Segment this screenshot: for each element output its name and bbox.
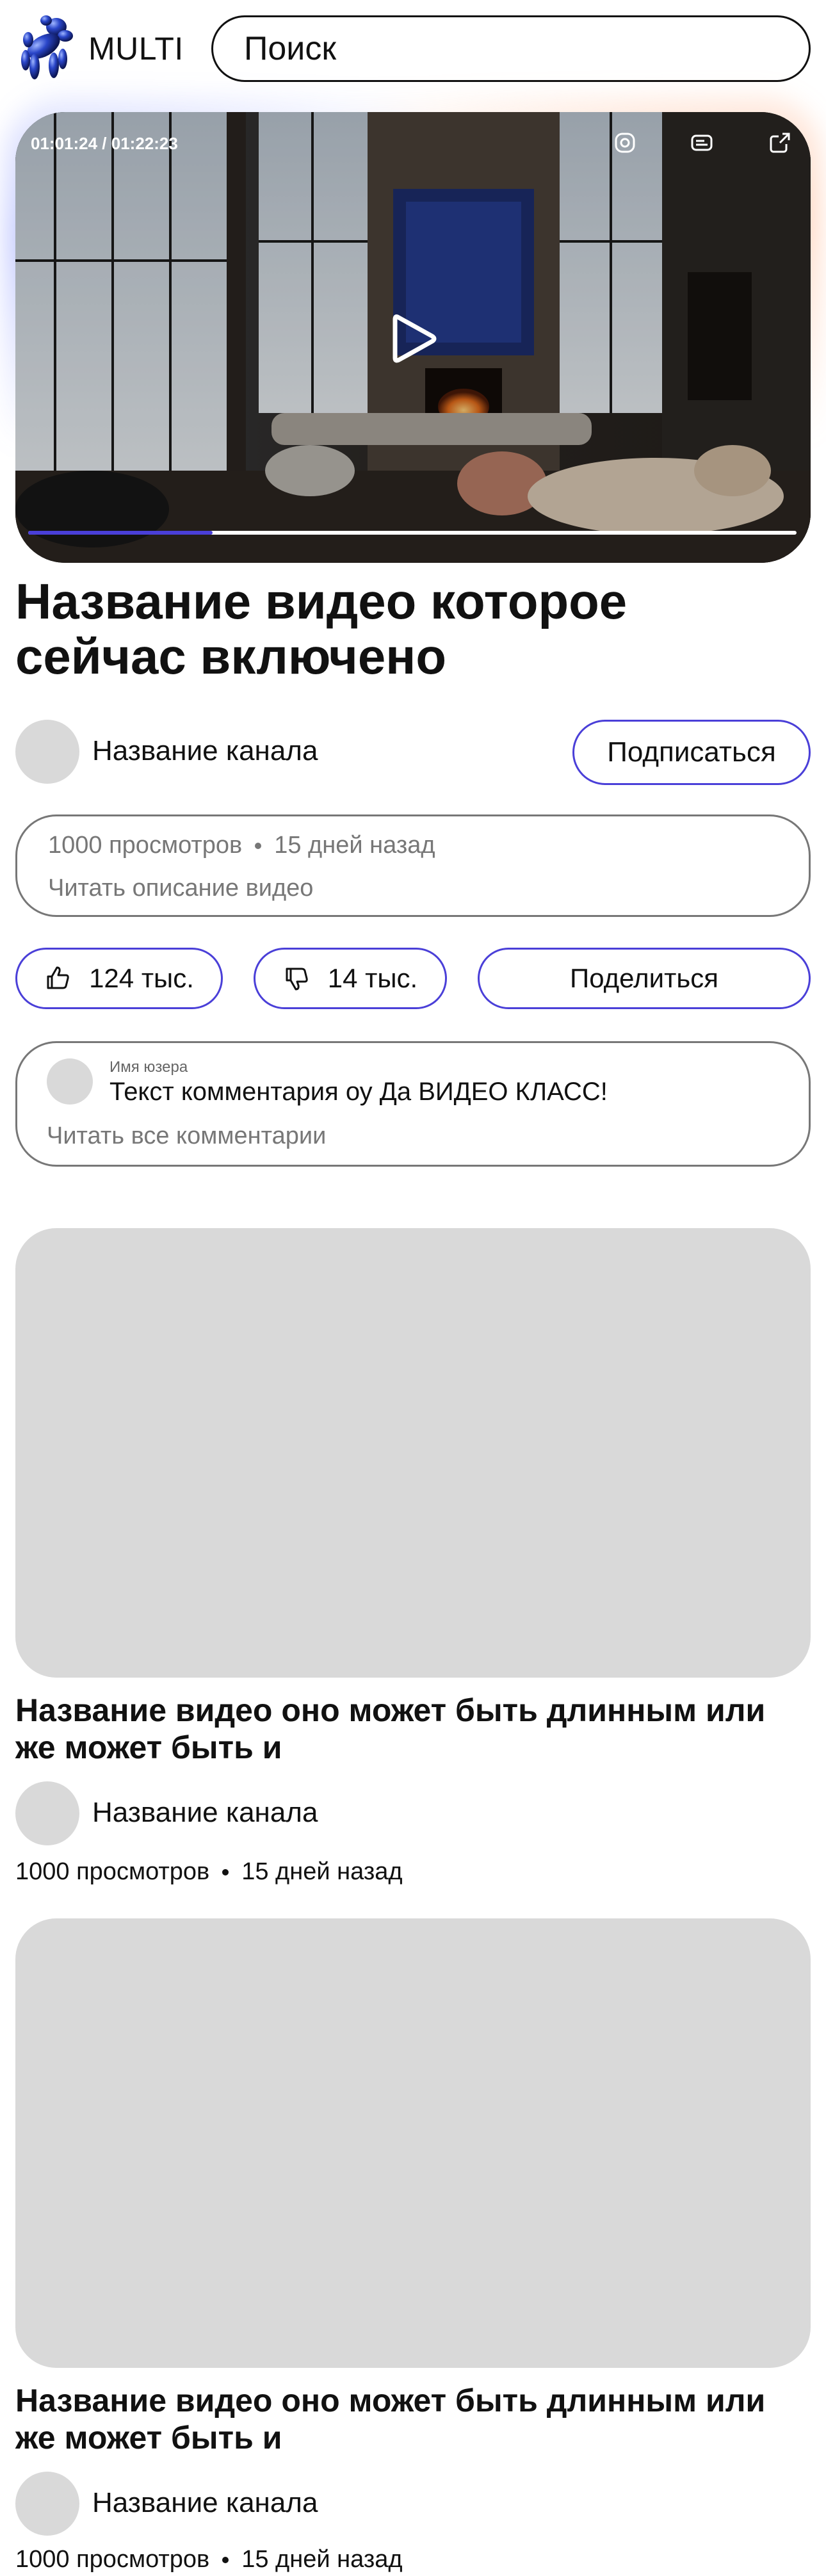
share-icon[interactable] (767, 130, 793, 156)
like-count: 124 тыс. (89, 963, 194, 993)
progress-bar[interactable] (28, 531, 797, 535)
recommended-title[interactable]: Название видео оно может быть длинным ил… (15, 1692, 811, 1766)
recommended-title[interactable]: Название видео оно может быть длинным ил… (15, 2382, 811, 2456)
upload-age: 15 дней назад (274, 832, 435, 859)
read-description-link[interactable]: Читать описание видео (48, 875, 809, 902)
meta-separator (255, 842, 262, 849)
recommended-views: 1000 просмотров (15, 1858, 210, 1885)
recommended-meta: 1000 просмотров 15 дней назад (15, 1858, 403, 1886)
video-player[interactable]: 01:01:24 / 01:22:23 (15, 112, 811, 563)
recommended-channel-name[interactable]: Название канала (92, 2487, 318, 2519)
logo-text: MULTI (88, 31, 184, 67)
header: MULTI Поиск (0, 0, 826, 96)
time-display: 01:01:24 / 01:22:23 (31, 134, 178, 153)
thumb-up-icon (47, 966, 69, 989)
meta-separator (222, 1868, 229, 1875)
description-box[interactable]: 1000 просмотров 15 дней назад Читать опи… (15, 814, 811, 917)
dislike-count: 14 тыс. (327, 963, 418, 993)
video-meta: 1000 просмотров 15 дней назад (48, 832, 809, 859)
like-button[interactable]: 124 тыс. (15, 948, 223, 1009)
recommended-channel-avatar[interactable] (15, 1781, 79, 1845)
channel-name[interactable]: Название канала (92, 735, 318, 767)
recommended-thumbnail[interactable] (15, 1228, 811, 1678)
comment-avatar (47, 1058, 93, 1105)
search-placeholder: Поиск (244, 30, 337, 67)
search-input[interactable]: Поиск (211, 15, 811, 82)
video-title: Название видео которое сейчас включено (15, 573, 628, 685)
logo[interactable]: MULTI (15, 14, 184, 83)
recommended-age: 15 дней назад (241, 1858, 403, 1885)
dislike-button[interactable]: 14 тыс. (254, 948, 447, 1009)
recommended-views: 1000 просмотров (15, 2546, 210, 2573)
subtitles-icon[interactable] (689, 130, 715, 156)
meta-separator (222, 2556, 229, 2563)
view-count: 1000 просмотров (48, 832, 243, 859)
settings-icon[interactable] (612, 130, 638, 156)
subscribe-button[interactable]: Подписаться (572, 720, 811, 785)
channel-avatar[interactable] (15, 720, 79, 784)
read-all-comments-link[interactable]: Читать все комментарии (47, 1122, 326, 1150)
balloon-dog-icon (21, 15, 73, 79)
recommended-channel-avatar[interactable] (15, 2472, 79, 2536)
play-icon[interactable] (391, 312, 437, 366)
comments-box[interactable]: Имя юзера Текст комментария оу Да ВИДЕО … (15, 1041, 811, 1167)
recommended-channel-name[interactable]: Название канала (92, 1797, 318, 1829)
thumb-down-icon (286, 968, 308, 991)
comment-user: Имя юзера (109, 1058, 188, 1076)
recommended-age: 15 дней назад (241, 2546, 403, 2573)
comment-text: Текст комментария оу Да ВИДЕО КЛАСС! (109, 1078, 608, 1106)
recommended-thumbnail[interactable] (15, 1918, 811, 2368)
recommended-meta: 1000 просмотров 15 дней назад (15, 2546, 403, 2573)
progress-fill (28, 531, 213, 535)
share-button[interactable]: Поделиться (478, 948, 811, 1009)
